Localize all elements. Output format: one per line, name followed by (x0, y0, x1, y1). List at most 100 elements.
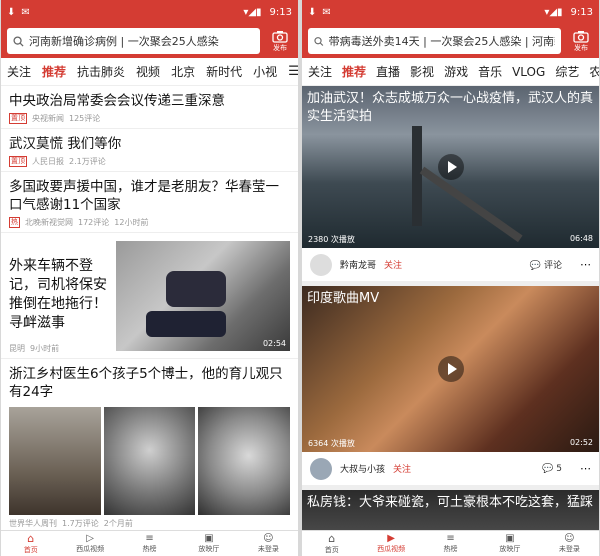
news-item[interactable]: 浙江乡村医生6个孩子5个博士，他的育儿观只有24字 世界华人周刊 1.7万评论 … (1, 359, 298, 530)
nav-profile[interactable]: ☺ 未登录 (540, 531, 599, 556)
tab-follow[interactable]: 关注 (7, 63, 31, 80)
figure-shape (146, 311, 226, 337)
download-icon: ⬇ (308, 6, 317, 18)
notification-icon: ✉ (21, 6, 30, 18)
pinned-badge: 置顶 (9, 113, 27, 124)
nav-cinema[interactable]: ▣ 放映厅 (480, 531, 539, 556)
search-bar[interactable]: 河南新增确诊病例 | 一次聚会25人感染 (7, 28, 260, 54)
news-thumbnail: 02:54 (116, 241, 290, 351)
bridge-deck (419, 166, 523, 243)
nav-label: 首页 (324, 546, 339, 554)
play-count: 2380 次播放 (308, 235, 355, 244)
comment-button[interactable]: 💬 评论 (530, 258, 562, 271)
bridge-tower (412, 126, 422, 226)
news-source: 人民日报 (32, 157, 64, 166)
nav-cinema[interactable]: ▣ 放映厅 (179, 531, 238, 556)
tab-variety[interactable]: 综艺 (555, 63, 579, 80)
news-item[interactable]: 外来车辆不登记，司机将保安推倒在地拖行！寻衅滋事 昆明 9小时前 02:54 (1, 233, 298, 359)
nav-xigua-video[interactable]: ▷ 西瓜视频 (60, 531, 119, 556)
news-item[interactable]: 中央政治局常委会会议传递三重深意 置顶 央视新闻 125评论 (1, 86, 298, 129)
news-title: 外来车辆不登记，司机将保安推倒在地拖行！寻衅滋事 (9, 258, 107, 331)
comment-icon: 💬 (542, 463, 554, 474)
nav-hot-list[interactable]: ≡ 热榜 (421, 531, 480, 556)
more-icon[interactable]: ⋯ (580, 258, 591, 271)
tab-live[interactable]: 直播 (376, 63, 400, 80)
author-name[interactable]: 大叔与小孩 (340, 462, 385, 475)
channel-tabs: 关注 推荐 抗击肺炎 视频 北京 新时代 小视 ☰ (1, 58, 298, 86)
publish-button[interactable]: 发布 (266, 30, 294, 53)
nav-home[interactable]: ⌂ 首页 (302, 531, 361, 556)
comment-icon: 💬 (529, 261, 542, 271)
search-bar[interactable]: 带病毒送外卖14天 | 一次聚会25人感染 | 河南新增... (308, 28, 561, 54)
video-card[interactable]: 加油武汉！众志成城万众一心战疫情，武汉人的真实生活实拍 2380 次播放 06:… (302, 86, 599, 248)
hot-icon: ≡ (446, 533, 455, 544)
tab-fight-pneumonia[interactable]: 抗击肺炎 (77, 63, 125, 80)
avatar[interactable] (310, 253, 332, 276)
avatar[interactable] (310, 457, 332, 480)
publish-label: 发布 (273, 43, 287, 52)
video-duration: 02:54 (262, 339, 286, 348)
tab-new-era[interactable]: 新时代 (206, 63, 242, 80)
signal-icon: ▾◢▮ (243, 6, 262, 18)
nav-label: 热榜 (142, 545, 157, 553)
news-title: 武汉莫慌 我们等你 (9, 136, 122, 152)
figure-shape (166, 271, 226, 307)
author-name[interactable]: 黔南龙哥 (340, 258, 376, 271)
news-image (198, 407, 291, 515)
news-meta: 热 北晚新视觉网 172评论 12小时前 (9, 217, 290, 228)
video-card[interactable]: 印度歌曲MV 6364 次播放 02:52 (302, 286, 599, 452)
more-icon[interactable]: ⋯ (580, 462, 591, 475)
user-icon: ☺ (564, 533, 575, 544)
follow-button[interactable]: 关注 (384, 258, 402, 271)
nav-hot-list[interactable]: ≡ 热榜 (120, 531, 179, 556)
play-button[interactable] (437, 356, 464, 382)
tab-music[interactable]: 音乐 (478, 63, 502, 80)
nav-profile[interactable]: ☺ 未登录 (239, 531, 298, 556)
tab-short-video[interactable]: 小视 (253, 63, 277, 80)
tab-farm[interactable]: 农 (589, 63, 599, 80)
publish-button[interactable]: 发布 (567, 30, 595, 53)
clock: 9:13 (269, 6, 292, 18)
status-bar: ⬇ ✉ ▾◢▮ 9:13 (302, 0, 599, 24)
news-source: 昆明 (9, 344, 25, 353)
news-meta: 世界华人周刊 1.7万评论 2个月前 (9, 518, 290, 529)
menu-icon[interactable]: ☰ (288, 64, 298, 79)
news-comments: 125评论 (69, 114, 101, 123)
tab-beijing[interactable]: 北京 (171, 63, 195, 80)
camera-icon (573, 30, 589, 43)
play-icon: ▷ (86, 533, 94, 544)
tab-games[interactable]: 游戏 (444, 63, 468, 80)
tab-recommend[interactable]: 推荐 (42, 63, 66, 80)
nav-label: 首页 (23, 546, 38, 554)
comment-button[interactable]: 💬 5 (542, 464, 562, 474)
follow-button[interactable]: 关注 (393, 462, 411, 475)
news-title: 中央政治局常委会会议传递三重深意 (9, 93, 225, 109)
right-phone-screen: ⬇ ✉ ▾◢▮ 9:13 带病毒送外卖14天 | 一次聚会25人感染 | 河南新… (302, 0, 599, 556)
video-card[interactable]: 私房钱：大爷来碰瓷，可土豪根本不吃这套，猛踩 (302, 490, 599, 530)
nav-xigua-video[interactable]: ▶ 西瓜视频 (361, 531, 420, 556)
video-title: 印度歌曲MV (307, 291, 380, 306)
news-item[interactable]: 多国政要声援中国，谁才是老朋友？华春莹一口气感谢11个国家 热 北晚新视觉网 1… (1, 172, 298, 233)
download-icon: ⬇ (7, 6, 16, 18)
play-icon (447, 161, 457, 173)
news-meta: 昆明 9小时前 (9, 343, 110, 354)
tab-vlog[interactable]: VLOG (512, 65, 545, 79)
video-footer: 6364 次播放 02:52 (308, 438, 593, 449)
tab-follow[interactable]: 关注 (308, 63, 332, 80)
clock: 9:13 (570, 6, 593, 18)
tab-recommend[interactable]: 推荐 (342, 63, 366, 80)
nav-home[interactable]: ⌂ 首页 (1, 531, 60, 556)
tab-video[interactable]: 视频 (136, 63, 160, 80)
hot-badge: 热 (9, 217, 20, 228)
news-time: 9小时前 (30, 344, 60, 353)
news-item[interactable]: 武汉莫慌 我们等你 置顶 人民日报 2.1万评论 (1, 129, 298, 172)
news-feed: 中央政治局常委会会议传递三重深意 置顶 央视新闻 125评论 武汉莫慌 我们等你… (1, 86, 298, 530)
cinema-icon: ▣ (204, 533, 214, 544)
left-phone-screen: ⬇ ✉ ▾◢▮ 9:13 河南新增确诊病例 | 一次聚会25人感染 发布 关注 … (1, 0, 298, 556)
bottom-nav: ⌂ 首页 ▷ 西瓜视频 ≡ 热榜 ▣ 放映厅 ☺ 未登录 (1, 530, 298, 556)
tab-film[interactable]: 影视 (410, 63, 434, 80)
news-image (103, 407, 196, 515)
play-button[interactable] (437, 154, 464, 180)
search-icon (13, 35, 24, 47)
nav-label: 未登录 (257, 545, 279, 553)
